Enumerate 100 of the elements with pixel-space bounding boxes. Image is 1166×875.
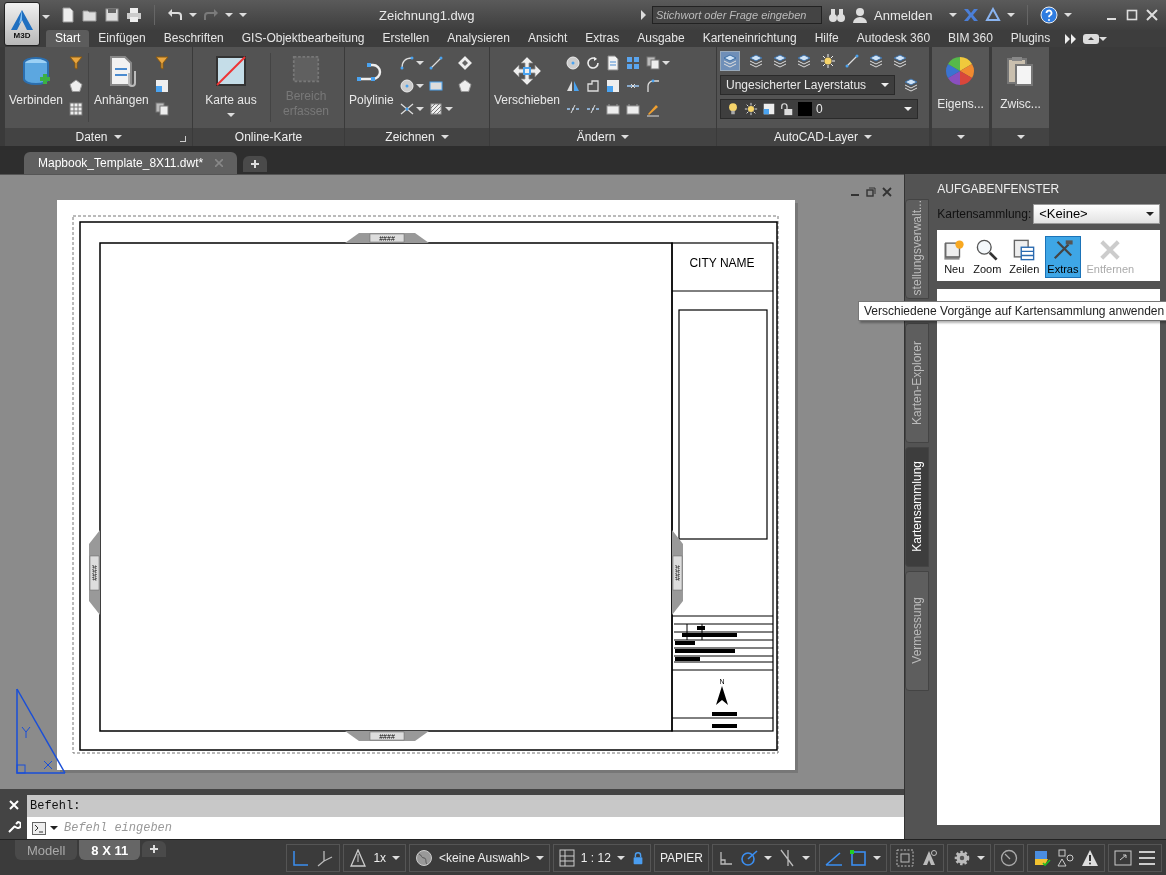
squares-icon[interactable] <box>625 55 642 71</box>
minimize-ribbon-icon[interactable] <box>1083 33 1100 44</box>
command-line-field[interactable]: Befehl eingeben <box>27 817 905 840</box>
line-icon[interactable] <box>427 55 444 71</box>
undo-icon[interactable] <box>167 7 183 23</box>
ribbon-tab[interactable]: Erstellen <box>373 30 439 47</box>
ribbon-tab[interactable]: BIM 360 <box>939 30 1002 47</box>
fullscreen-icon[interactable] <box>1114 849 1132 866</box>
panel-title[interactable]: Daten <box>75 129 108 144</box>
box-icon[interactable] <box>625 101 642 117</box>
ribbon-tab[interactable]: Start <box>46 30 90 47</box>
layers-check-icon[interactable] <box>1033 848 1051 867</box>
triangle-person-icon[interactable] <box>349 848 368 867</box>
arc-icon[interactable] <box>398 55 415 71</box>
viewport-scale[interactable]: 1 : 12 <box>580 850 611 865</box>
rectangle-icon[interactable] <box>427 78 444 94</box>
save-icon[interactable] <box>104 7 120 23</box>
polyline-button[interactable]: Polylinie <box>348 53 395 109</box>
x-logo-icon[interactable] <box>962 7 979 23</box>
application-menu-button[interactable]: M3D <box>4 2 40 46</box>
funnel-icon[interactable] <box>153 55 170 71</box>
crossing-lines-icon[interactable] <box>778 848 796 867</box>
double-arrow-icon[interactable] <box>1065 33 1078 44</box>
ribbon-tab[interactable]: Analysieren <box>438 30 519 47</box>
binoculars-icon[interactable] <box>828 7 846 23</box>
toolbar-button[interactable]: Extras <box>1045 235 1081 278</box>
attach-button[interactable]: Anhängen <box>93 53 150 109</box>
stretch-icon[interactable] <box>585 78 602 94</box>
search-field[interactable]: Stichwort oder Frage eingeben <box>652 6 822 24</box>
layers-icon[interactable] <box>748 53 764 69</box>
document-icon[interactable] <box>153 101 170 117</box>
layer-properties-icon[interactable] <box>722 53 738 69</box>
crossing-lines-icon[interactable] <box>398 101 415 117</box>
caret-icon[interactable] <box>50 826 58 831</box>
panel-title[interactable]: Ändern <box>576 129 616 144</box>
ribbon-tab[interactable]: Plugins <box>1001 30 1060 47</box>
triangle-nodes-icon[interactable] <box>984 7 1001 23</box>
axes-icon[interactable] <box>316 848 335 867</box>
ribbon-tab[interactable]: Einfügen <box>89 30 155 47</box>
ribbon-tab[interactable]: Beschriften <box>154 30 233 47</box>
object-snap-icon[interactable] <box>849 848 867 867</box>
side-tab[interactable]: Kartensammlung <box>905 446 930 567</box>
dialog-launcher-icon[interactable] <box>180 135 186 142</box>
globe-icon[interactable] <box>415 848 434 867</box>
table-icon[interactable] <box>68 101 85 117</box>
scale-icon[interactable] <box>605 78 622 94</box>
expand-arrow-icon[interactable] <box>641 10 646 20</box>
prompt-icon[interactable] <box>32 821 46 835</box>
annotation-scale[interactable]: 1x <box>373 850 387 865</box>
pentagon-icon[interactable] <box>456 78 473 94</box>
folder-icon[interactable] <box>82 7 98 23</box>
layers-arrow-icon[interactable] <box>772 53 788 69</box>
toolbar-button[interactable]: Zeilen <box>1007 235 1042 278</box>
new-file-icon[interactable] <box>60 7 76 23</box>
hatch-icon[interactable] <box>427 101 444 117</box>
unlocked-icon[interactable] <box>780 102 794 116</box>
layout-tab[interactable]: 8 X 11 <box>79 840 141 861</box>
ribbon-tab[interactable]: Autodesk 360 <box>847 30 940 47</box>
toolbar-button[interactable]: Zoom <box>971 235 1004 278</box>
user-icon[interactable] <box>852 7 868 23</box>
gear-icon[interactable] <box>953 848 971 867</box>
layout-grid-icon[interactable] <box>558 848 575 867</box>
ucs-axes-icon[interactable] <box>292 848 311 867</box>
maximize-icon[interactable] <box>1126 9 1138 21</box>
copy-icon[interactable] <box>645 55 662 71</box>
polar-tracking-icon[interactable] <box>740 848 758 867</box>
move-button[interactable]: Verschieben <box>493 53 562 109</box>
collection-dropdown[interactable]: <Keine> <box>1033 203 1160 224</box>
ribbon-tab[interactable]: Hilfe <box>805 30 848 47</box>
ribbon-tab[interactable]: Ansicht <box>518 30 577 47</box>
gauge-icon[interactable] <box>1000 848 1018 867</box>
annotation-person-icon[interactable] <box>920 848 938 867</box>
ribbon-tab[interactable]: Karteneinrichtung <box>693 30 806 47</box>
map-off-button[interactable]: Karte aus <box>196 53 266 119</box>
viewport-frame-icon[interactable] <box>896 848 914 867</box>
restore-icon[interactable] <box>866 186 877 197</box>
fillet-icon[interactable] <box>645 78 662 94</box>
menu-icon[interactable] <box>1138 849 1156 866</box>
layers-brush-icon[interactable] <box>868 53 884 69</box>
warning-icon[interactable] <box>1081 848 1099 867</box>
toolbar-button[interactable]: Neu <box>941 235 968 278</box>
sign-in-link[interactable]: Anmelden <box>874 7 933 23</box>
connect-button[interactable]: Verbinden <box>8 53 65 109</box>
circle-icon[interactable] <box>398 78 415 94</box>
layers-return-icon[interactable] <box>892 53 908 69</box>
new-layout-button[interactable] <box>142 841 167 858</box>
box-icon[interactable] <box>605 101 622 117</box>
printer-icon[interactable] <box>126 7 142 23</box>
bulb-icon[interactable] <box>726 102 740 116</box>
ribbon-tab[interactable]: Extras <box>576 30 629 47</box>
help-icon[interactable] <box>1039 6 1058 24</box>
wrench-icon[interactable] <box>6 820 21 835</box>
layer-state-icon[interactable] <box>903 77 919 93</box>
document-tab[interactable]: Mapbook_Template_8X11.dwt* <box>24 151 238 174</box>
layers-up-icon[interactable] <box>796 53 812 69</box>
layer-dropdown[interactable]: 0 <box>720 99 918 119</box>
rotate-icon[interactable] <box>585 55 602 71</box>
ribbon-tab[interactable]: GIS-Objektbearbeitung <box>232 30 374 47</box>
ribbon-tab[interactable]: Ausgabe <box>628 30 694 47</box>
new-tab-button[interactable] <box>243 155 268 172</box>
